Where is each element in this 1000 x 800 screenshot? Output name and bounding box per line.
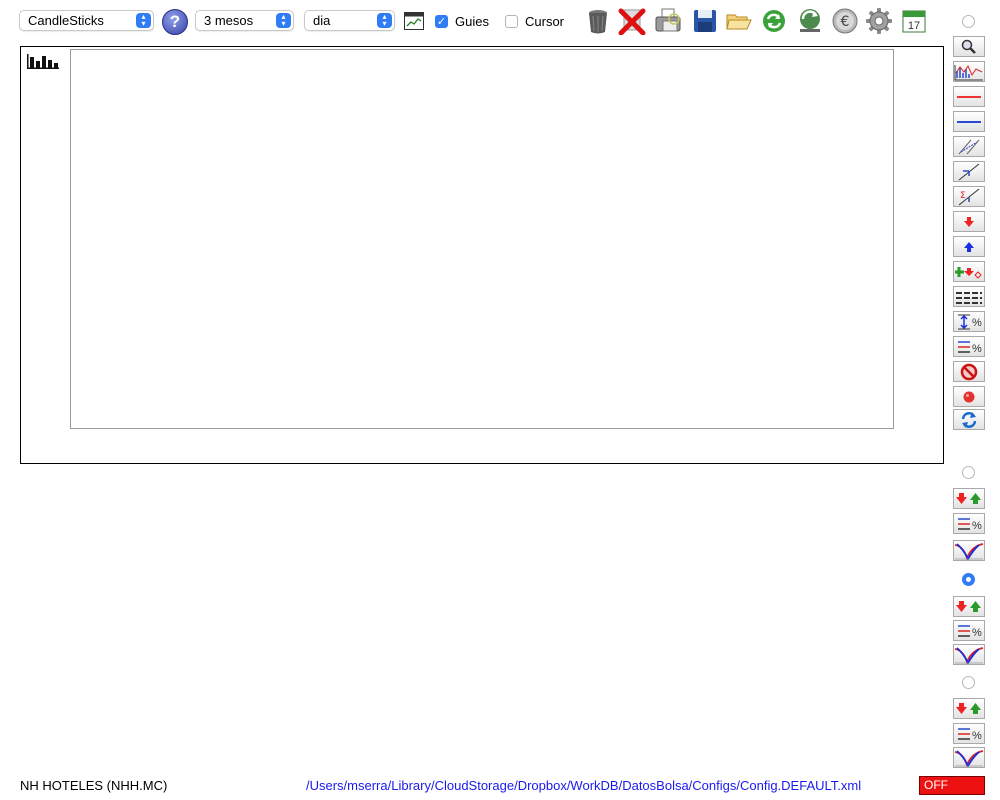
channel-button[interactable] — [953, 136, 985, 157]
sync-globe-icon[interactable] — [796, 7, 824, 35]
sell-arrow-button[interactable] — [953, 211, 985, 232]
panel1-curve-button[interactable] — [953, 540, 985, 561]
svg-text:%: % — [972, 520, 982, 532]
period-select[interactable]: 3 mesos ▴ ▾ — [195, 10, 294, 31]
svg-text:€: € — [841, 14, 850, 30]
trendline-button[interactable] — [953, 161, 985, 182]
panel2-curve-button[interactable] — [953, 644, 985, 665]
panel2-percent-lines-button[interactable]: % — [953, 620, 985, 641]
record-dot-icon — [963, 391, 975, 402]
record-button[interactable] — [953, 386, 985, 407]
ticker-label: NH HOTELES (NHH.MC) — [20, 778, 168, 793]
add-signals-button[interactable] — [953, 261, 985, 282]
chart-window-icon[interactable] — [404, 12, 424, 30]
sigma-trendline-icon: Σ — [958, 188, 980, 205]
zoom-button[interactable] — [953, 36, 985, 57]
folder-open-icon[interactable] — [725, 7, 753, 35]
buy-arrow-button[interactable] — [953, 236, 985, 257]
save-icon[interactable] — [691, 7, 719, 35]
period-value: 3 mesos — [204, 13, 254, 28]
magnifier-icon — [961, 39, 976, 54]
svg-text:%: % — [972, 317, 982, 329]
guides-label: Guies — [455, 14, 489, 29]
config-path-link[interactable]: /Users/mserra/Library/CloudStorage/Dropb… — [306, 778, 861, 793]
panel-radio-main[interactable] — [962, 15, 975, 28]
gear-icon[interactable] — [865, 7, 893, 35]
panel1-percent-lines-button[interactable]: % — [953, 513, 985, 534]
trendline-icon — [958, 163, 980, 180]
svg-text:%: % — [972, 730, 982, 742]
trash-icon[interactable] — [584, 7, 612, 35]
svg-text:%: % — [972, 627, 982, 639]
down-up-arrows-icon — [956, 600, 981, 612]
red-line-icon — [957, 95, 981, 98]
percent-lines-button[interactable]: % — [953, 336, 985, 357]
lines-percent-icon: % — [958, 624, 982, 639]
chart-type-select[interactable]: CandleSticks ▴ ▾ — [19, 10, 154, 31]
refresh-icon[interactable] — [760, 7, 788, 35]
panel-radio-1[interactable] — [962, 466, 975, 479]
print-icon[interactable] — [654, 7, 682, 35]
curve-chart-icon — [954, 646, 984, 664]
red-line-button[interactable] — [953, 86, 985, 107]
panel3-curve-button[interactable] — [953, 747, 985, 768]
chevron-updown-icon: ▴ ▾ — [377, 13, 392, 28]
blue-line-icon — [957, 120, 981, 123]
prohibit-icon — [960, 363, 978, 380]
swap-button[interactable] — [953, 409, 985, 430]
curve-chart-icon — [954, 542, 984, 560]
prohibit-button[interactable] — [953, 361, 985, 382]
panel3-percent-lines-button[interactable]: % — [953, 723, 985, 744]
calendar-icon[interactable]: 17 — [900, 7, 928, 35]
percent-range-button[interactable]: % — [953, 311, 985, 332]
panel3-signals-button[interactable] — [953, 698, 985, 719]
guides-checkbox[interactable]: ✓ — [435, 15, 448, 28]
down-up-arrows-icon — [956, 492, 981, 504]
lines-percent-icon: % — [958, 727, 982, 742]
lines-percent-icon: % — [958, 340, 982, 355]
red-down-arrow-icon — [964, 216, 974, 227]
euro-icon[interactable]: € — [831, 7, 859, 35]
panel1-signals-button[interactable] — [953, 488, 985, 509]
chevron-updown-icon: ▴ ▾ — [276, 13, 291, 28]
blue-up-arrow-icon — [964, 241, 974, 252]
lines-percent-icon: % — [958, 517, 982, 532]
channel-icon — [958, 139, 980, 154]
svg-text:Σ: Σ — [960, 191, 966, 201]
panel-radio-3[interactable] — [962, 676, 975, 689]
dashed-lines-button[interactable] — [953, 286, 985, 307]
svg-text:%: % — [972, 343, 982, 355]
chevron-updown-icon: ▴ ▾ — [136, 13, 151, 28]
blue-line-button[interactable] — [953, 111, 985, 132]
dashed-lines-icon — [956, 291, 982, 304]
vertical-percent-icon: % — [958, 314, 982, 329]
chart-plot-area[interactable] — [70, 49, 894, 429]
interval-value: dia — [313, 13, 331, 28]
down-up-arrows-icon — [956, 702, 981, 714]
calendar-day: 17 — [908, 20, 920, 32]
sum-trendline-button[interactable]: Σ — [953, 186, 985, 207]
help-icon[interactable]: ? — [162, 9, 188, 35]
delete-icon[interactable] — [618, 7, 646, 35]
panel-radio-2[interactable] — [962, 573, 975, 586]
chart-type-value: CandleSticks — [28, 13, 104, 28]
curve-chart-icon — [954, 749, 984, 767]
interval-select[interactable]: dia ▴ ▾ — [304, 10, 395, 31]
indicators-chart-button[interactable] — [953, 61, 985, 82]
swap-arrows-icon — [961, 411, 977, 428]
plus-arrow-icon — [955, 266, 982, 279]
cursor-checkbox[interactable] — [505, 15, 518, 28]
volume-bars-icon[interactable] — [27, 54, 59, 69]
panel2-signals-button[interactable] — [953, 596, 985, 617]
on-off-toggle[interactable]: OFF — [919, 776, 985, 795]
cursor-label: Cursor — [525, 14, 565, 29]
indicator-chart-icon — [954, 64, 983, 80]
